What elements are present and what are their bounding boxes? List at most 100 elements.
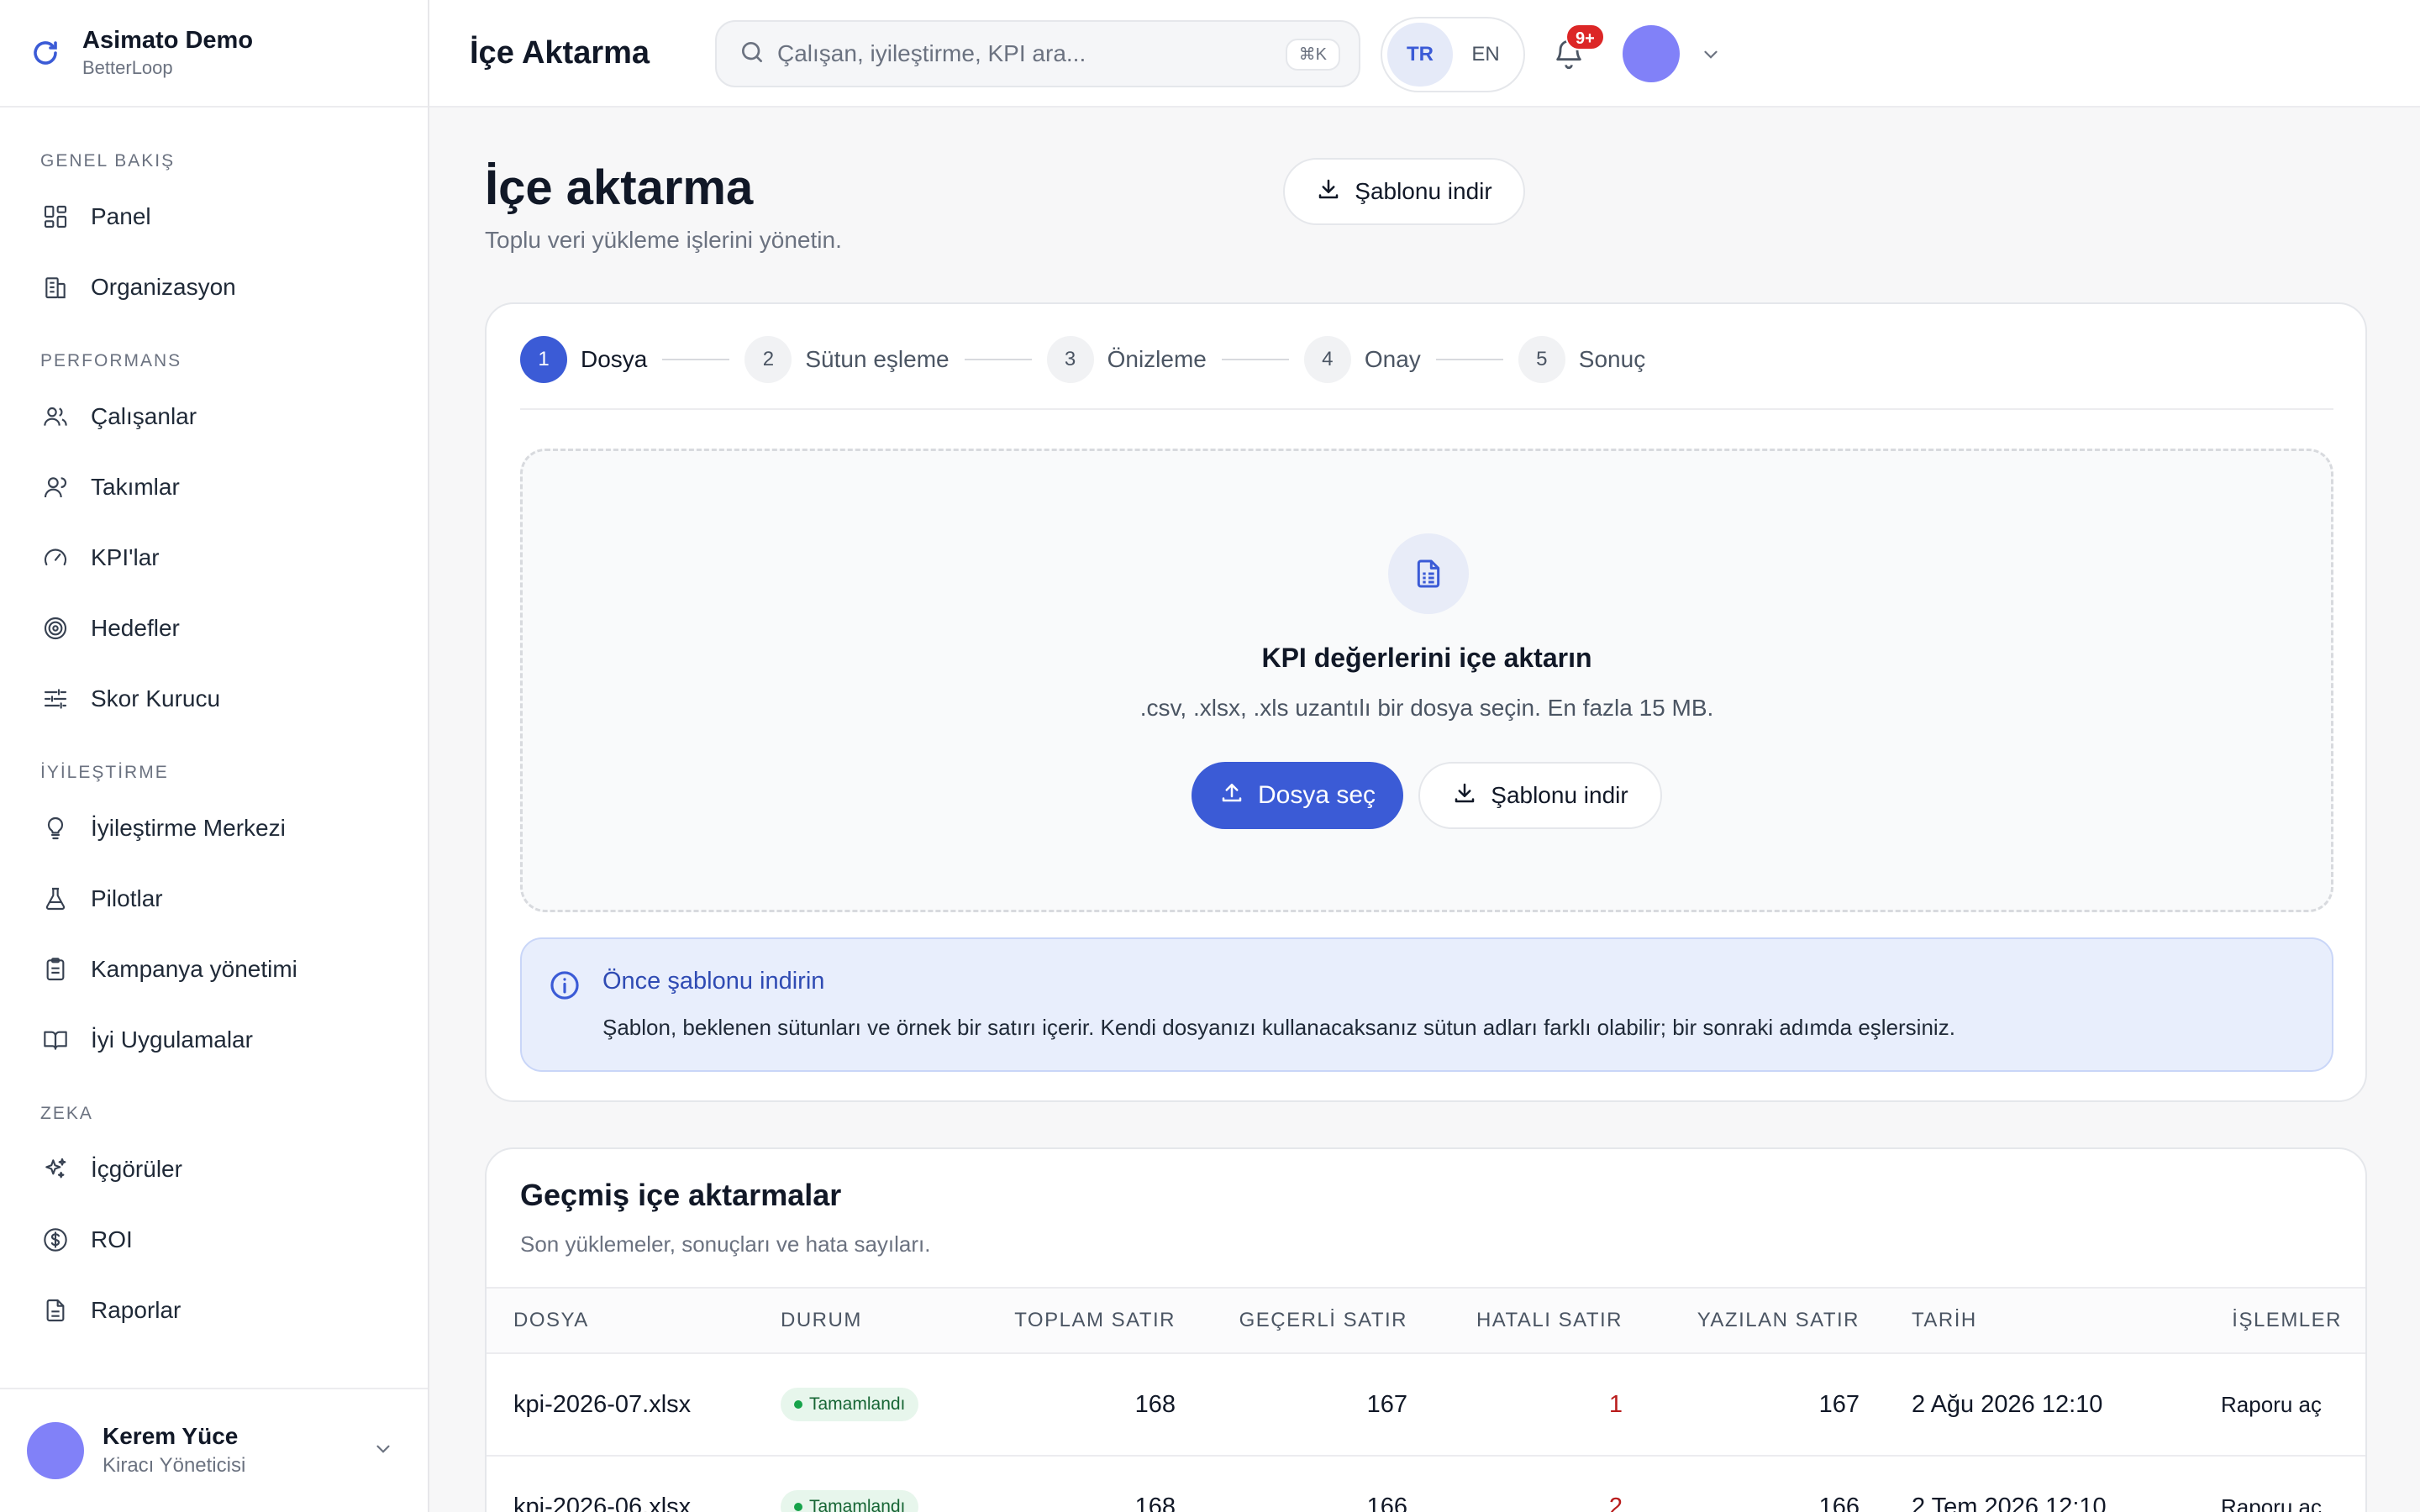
nav-group-label: GENEL BAKIŞ [40, 151, 176, 171]
sliders-icon [40, 684, 71, 714]
sidebar-item-label: Raporlar [91, 1297, 182, 1323]
sidebar-item-best-practices[interactable]: İyi Uygulamalar [0, 1005, 428, 1075]
step-approval[interactable]: 4 Onay [1303, 336, 1421, 383]
sidebar-item-pilots[interactable]: Pilotlar [0, 864, 428, 934]
avatar[interactable] [1623, 25, 1680, 82]
column-header-valid[interactable]: GEÇERLİ SATIR [1239, 1289, 1407, 1352]
history-subtitle: Son yüklemeler, sonuçları ve hata sayıla… [520, 1231, 931, 1257]
file-dropzone[interactable]: KPI değerlerini içe aktarın .csv, .xlsx,… [520, 449, 2333, 912]
column-header-status[interactable]: DURUM [781, 1289, 862, 1352]
sidebar-item-label: İçgörüler [91, 1156, 182, 1182]
sidebar-item-label: Skor Kurucu [91, 685, 221, 711]
status-badge: Tamamlandı [781, 1388, 919, 1421]
open-report-link[interactable]: Raporu aç [2221, 1354, 2322, 1455]
dropzone-subtitle: .csv, .xlsx, .xls uzantılı bir dosya seç… [1139, 695, 1714, 721]
upload-icon [1219, 780, 1258, 811]
sidebar-item-campaigns[interactable]: Kampanya yönetimi [0, 934, 428, 1005]
column-header-actions: İŞLEMLER [2232, 1309, 2342, 1331]
sidebar-item-insights[interactable]: İçgörüler [0, 1134, 428, 1205]
sidebar-item-label: ROI [91, 1226, 133, 1252]
chevron-down-icon[interactable] [1700, 44, 1722, 70]
import-history-card: Geçmiş içe aktarmalar Son yüklemeler, so… [485, 1147, 2367, 1512]
search-box[interactable]: ⌘K [715, 20, 1360, 87]
sidebar-item-improvement-center[interactable]: İyileştirme Merkezi [0, 793, 428, 864]
sidebar-item-kpis[interactable]: KPI'lar [0, 522, 428, 593]
info-title: Önce şablonu indirin [602, 968, 825, 995]
step-number: 1 [520, 336, 567, 383]
search-input[interactable] [777, 40, 1281, 67]
info-icon [549, 969, 581, 1005]
lang-tr-button[interactable]: TR [1387, 23, 1453, 87]
sidebar-item-roi[interactable]: ROI [0, 1205, 428, 1275]
import-wizard-card: 1 Dosya 2 Sütun eşleme 3 Önizleme 4 Onay [485, 302, 2367, 1102]
step-result[interactable]: 5 Sonuç [1518, 336, 1645, 383]
step-connector [1221, 359, 1289, 360]
sidebar-item-label: İyileştirme Merkezi [91, 815, 286, 841]
topbar-title: İçe Aktarma [470, 35, 650, 71]
step-label: Sütun eşleme [805, 346, 950, 372]
sidebar-item-goals[interactable]: Hedefler [0, 593, 428, 664]
column-header-written[interactable]: YAZILAN SATIR [1697, 1289, 1860, 1352]
cell-file: kpi-2026-06.xlsx [513, 1493, 692, 1512]
sidebar-item-employees[interactable]: Çalışanlar [0, 381, 428, 452]
nav-group-overview: GENEL BAKIŞ Panel Organizasyon [0, 141, 428, 323]
step-label: Dosya [581, 346, 648, 372]
table-row[interactable]: kpi-2026-07.xlsx Tamamlandı 168 167 1 16… [487, 1352, 2365, 1455]
sidebar-item-label: Hedefler [91, 615, 180, 641]
sidebar-item-label: Kampanya yönetimi [91, 956, 297, 982]
column-header-errors[interactable]: HATALI SATIR [1476, 1289, 1623, 1352]
cell-status: Tamamlandı [781, 1457, 919, 1512]
step-number: 2 [744, 336, 792, 383]
sidebar-item-organization[interactable]: Organizasyon [0, 252, 428, 323]
sidebar-item-reports[interactable]: Raporlar [0, 1275, 428, 1346]
cell-date: 2 Ağu 2026 12:10 [1912, 1390, 2103, 1418]
sidebar-item-label: Panel [91, 203, 151, 229]
column-header-total[interactable]: TOPLAM SATIR [1014, 1289, 1176, 1352]
cell-errors: 1 [1608, 1390, 1623, 1418]
info-alert: Önce şablonu indirin Şablon, beklenen sü… [520, 937, 2333, 1072]
download-template-button[interactable]: Şablonu indir [1283, 158, 1525, 225]
cell-valid: 166 [1366, 1493, 1407, 1512]
sidebar-nav: GENEL BAKIŞ Panel Organizasyon PERFORMAN… [0, 108, 428, 1346]
step-column-mapping[interactable]: 2 Sütun eşleme [744, 336, 950, 383]
sidebar-item-panel[interactable]: Panel [0, 181, 428, 252]
user-menu[interactable]: Kerem Yüce Kiracı Yöneticisi [0, 1388, 428, 1512]
column-header-date[interactable]: TARİH [1912, 1289, 1977, 1352]
brand-sub: BetterLoop [82, 57, 173, 78]
nav-group-label: PERFORMANS [40, 351, 182, 370]
dropzone-title: KPI değerlerini içe aktarın [1261, 643, 1592, 673]
flask-icon [40, 884, 71, 914]
step-file[interactable]: 1 Dosya [520, 336, 647, 383]
sidebar-item-label: KPI'lar [91, 544, 160, 570]
building-icon [40, 272, 71, 302]
status-label: Tamamlandı [809, 1497, 906, 1512]
column-header-file[interactable]: DOSYA [513, 1289, 589, 1352]
topbar: İçe Aktarma ⌘K TR EN 9+ [429, 0, 2420, 108]
button-label: Şablonu indir [1355, 178, 1492, 204]
team-icon [40, 472, 71, 502]
nav-group-label: İYİLEŞTİRME [40, 763, 169, 782]
chevron-down-icon [372, 1438, 394, 1464]
step-label: Sonuç [1578, 346, 1646, 372]
sidebar-item-label: Çalışanlar [91, 403, 197, 429]
dollar-icon [40, 1225, 71, 1255]
sidebar-item-score-builder[interactable]: Skor Kurucu [0, 664, 428, 734]
step-connector [662, 359, 730, 360]
open-report-link[interactable]: Raporu aç [2221, 1457, 2322, 1512]
choose-file-button[interactable]: Dosya seç [1192, 762, 1403, 829]
lang-en-button[interactable]: EN [1453, 23, 1518, 87]
step-preview[interactable]: 3 Önizleme [1046, 336, 1207, 383]
spreadsheet-file-icon [1388, 533, 1469, 614]
sidebar-item-teams[interactable]: Takımlar [0, 452, 428, 522]
nav-group-intelligence: ZEKA İçgörüler ROI Raporlar [0, 1094, 428, 1346]
nav-group-improvement: İYİLEŞTİRME İyileştirme Merkezi Pilotlar… [0, 753, 428, 1075]
history-title: Geçmiş içe aktarmalar [520, 1178, 842, 1212]
button-label: Dosya seç [1257, 781, 1376, 809]
grid-icon [40, 202, 71, 232]
users-icon [40, 402, 71, 432]
file-icon [40, 1295, 71, 1326]
download-template-button[interactable]: Şablonu indir [1418, 762, 1662, 829]
brand[interactable]: Asimato Demo BetterLoop [0, 0, 428, 108]
step-connector [1435, 359, 1503, 360]
table-row[interactable]: kpi-2026-06.xlsx Tamamlandı 168 166 2 16… [487, 1455, 2365, 1512]
